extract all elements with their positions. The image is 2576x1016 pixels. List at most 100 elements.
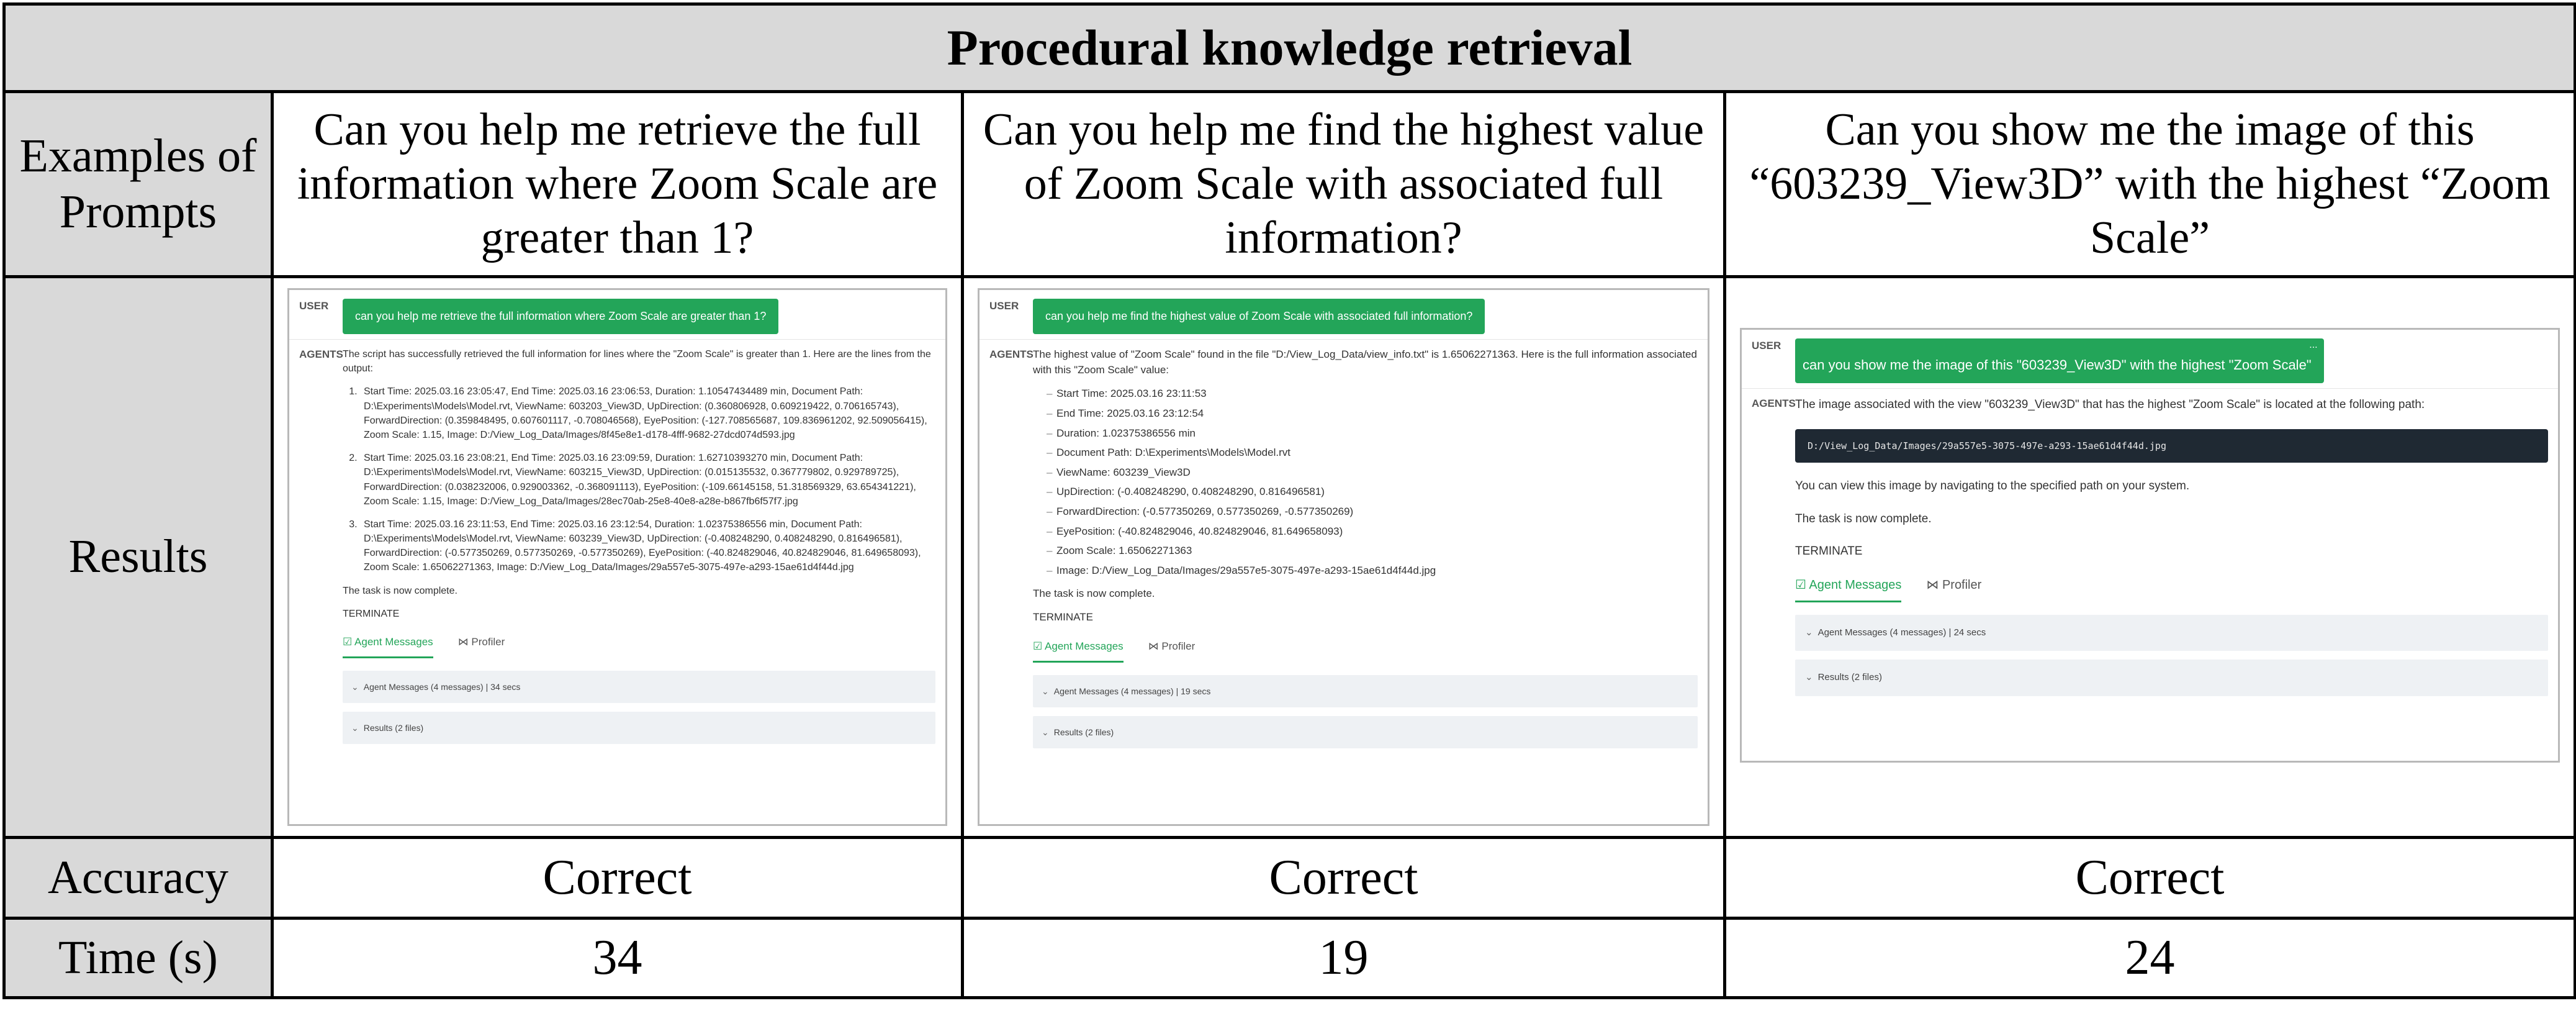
tab-profiler-label: Profiler [1942, 578, 1982, 592]
list-item: End Time: 2025.03.16 23:12:54 [1047, 406, 1698, 422]
time-2: 19 [961, 917, 1726, 999]
result-cell-2: USER can you help me find the highest va… [961, 275, 1726, 839]
tab-agent-messages[interactable]: ☑ Agent Messages [1795, 576, 1902, 602]
user-label: USER [299, 300, 329, 312]
accuracy-3: Correct [1723, 836, 2576, 920]
profiler-icon: ⋈ [1148, 640, 1159, 652]
agents-label: AGENTS [989, 348, 1034, 360]
agent-messages-summary: Agent Messages (4 messages) | 19 secs [1053, 686, 1211, 696]
profiler-icon: ⋈ [457, 636, 469, 648]
navigate-text: You can view this image by navigating to… [1795, 479, 2190, 492]
task-complete-text: The task is now complete. [343, 585, 457, 596]
tab-agent-messages-label: Agent Messages [354, 636, 433, 648]
tab-profiler-label: Profiler [471, 636, 505, 648]
image-path-code: D:/View_Log_Data/Images/29a557e5-3075-49… [1795, 429, 2549, 463]
results-files-collapse[interactable]: ⌄ Results (2 files) [343, 711, 935, 745]
results-files-label: Results (2 files) [1053, 727, 1114, 737]
more-options-icon[interactable]: ... [2309, 340, 2317, 351]
response-tabs: ☑ Agent Messages ⋈ Profiler [1795, 576, 2548, 602]
results-table: Procedural knowledge retrieval Examples … [2, 2, 2576, 999]
agent-intro: The image associated with the view "6032… [1795, 398, 2425, 411]
agent-response-area: AGENTS The highest value of "Zoom Scale"… [980, 340, 1708, 764]
agent-response: The image associated with the view "6032… [1795, 396, 2549, 705]
chevron-down-icon: ⌄ [1042, 727, 1049, 737]
result-cell-3: USER can you show me the image of this "… [1723, 275, 2576, 839]
agent-response-area: AGENTS The script has successfully retri… [289, 340, 945, 760]
user-message-row: USER can you show me the image of this "… [1742, 330, 2559, 389]
tab-profiler-label: Profiler [1161, 640, 1196, 652]
check-circle-icon: ☑ [1795, 578, 1806, 592]
terminate-text: TERMINATE [1795, 545, 1863, 558]
user-label: USER [989, 300, 1019, 312]
response-tabs: ☑ Agent Messages ⋈ Profiler [343, 635, 935, 658]
time-1: 34 [271, 917, 964, 999]
terminate-text: TERMINATE [343, 608, 400, 619]
user-label: USER [1752, 340, 1781, 352]
row-label-accuracy: Accuracy [2, 836, 274, 920]
tab-agent-messages-label: Agent Messages [1809, 578, 1902, 592]
agent-intro: The script has successfully retrieved th… [343, 349, 931, 374]
check-circle-icon: ☑ [343, 636, 353, 648]
user-message-row: USER can you help me retrieve the full i… [289, 290, 945, 340]
terminate-text: TERMINATE [1033, 611, 1093, 624]
agent-response: The script has successfully retrieved th… [343, 347, 935, 753]
agent-intro: The highest value of "Zoom Scale" found … [1033, 348, 1697, 376]
result-screenshot-3: USER can you show me the image of this "… [1740, 328, 2560, 763]
agent-messages-collapse[interactable]: ⌄ Agent Messages (4 messages) | 24 secs [1795, 614, 2549, 651]
table-title: Procedural knowledge retrieval [2, 2, 2576, 93]
chevron-down-icon: ⌄ [1805, 672, 1813, 683]
agent-messages-collapse[interactable]: ⌄ Agent Messages (4 messages) | 34 secs [343, 670, 935, 703]
list-item: Zoom Scale: 1.65062271363 [1047, 543, 1698, 559]
accuracy-1: Correct [271, 836, 964, 920]
result-list: Start Time: 2025.03.16 23:11:53 End Time… [1033, 386, 1698, 578]
tab-agent-messages-label: Agent Messages [1045, 640, 1124, 652]
row-label-prompts: Examples of Prompts [2, 90, 274, 278]
results-files-label: Results (2 files) [363, 722, 424, 733]
tab-profiler[interactable]: ⋈ Profiler [458, 635, 505, 658]
chevron-down-icon: ⌄ [351, 681, 359, 692]
prompt-1: Can you help me retrieve the full inform… [271, 90, 964, 278]
user-message-bubble: can you show me the image of this "60323… [1795, 338, 2324, 383]
time-3: 24 [1723, 917, 2576, 999]
tab-agent-messages[interactable]: ☑ Agent Messages [1033, 639, 1124, 663]
user-message-row: USER can you help me find the highest va… [980, 290, 1708, 340]
task-complete-text: The task is now complete. [1795, 512, 1932, 525]
result-cell-1: USER can you help me retrieve the full i… [271, 275, 964, 839]
agent-messages-collapse[interactable]: ⌄ Agent Messages (4 messages) | 19 secs [1033, 674, 1698, 707]
agent-messages-summary: Agent Messages (4 messages) | 34 secs [363, 681, 521, 692]
list-item: Duration: 1.02375386556 min [1047, 426, 1698, 442]
list-item: Start Time: 2025.03.16 23:11:53, End Tim… [360, 517, 935, 575]
response-tabs: ☑ Agent Messages ⋈ Profiler [1033, 639, 1698, 663]
list-item: Start Time: 2025.03.16 23:08:21, End Tim… [360, 451, 935, 509]
agent-messages-summary: Agent Messages (4 messages) | 24 secs [1817, 627, 1986, 638]
tab-profiler[interactable]: ⋈ Profiler [1926, 576, 1981, 602]
check-circle-icon: ☑ [1033, 640, 1043, 652]
tab-agent-messages[interactable]: ☑ Agent Messages [343, 635, 433, 658]
agent-response: The highest value of "Zoom Scale" found … [1033, 347, 1698, 757]
accuracy-2: Correct [961, 836, 1726, 920]
prompt-2: Can you help me find the highest value o… [961, 90, 1726, 278]
chevron-down-icon: ⌄ [351, 722, 359, 733]
results-files-collapse[interactable]: ⌄ Results (2 files) [1795, 660, 2549, 696]
list-item: Start Time: 2025.03.16 23:11:53 [1047, 386, 1698, 402]
agent-response-area: AGENTS The image associated with the vie… [1742, 389, 2558, 712]
agents-label: AGENTS [1752, 397, 1796, 409]
profiler-icon: ⋈ [1926, 578, 1939, 592]
results-files-collapse[interactable]: ⌄ Results (2 files) [1033, 715, 1698, 749]
list-item: Start Time: 2025.03.16 23:05:47, End Tim… [360, 384, 935, 442]
agents-label: AGENTS [299, 348, 343, 360]
user-message-text: can you show me the image of this "60323… [1803, 357, 2312, 373]
tab-profiler[interactable]: ⋈ Profiler [1148, 639, 1196, 663]
user-message-bubble: can you help me retrieve the full inform… [343, 299, 779, 334]
chevron-down-icon: ⌄ [1805, 627, 1813, 638]
user-message-bubble: can you help me find the highest value o… [1033, 299, 1485, 334]
result-screenshot-2: USER can you help me find the highest va… [978, 288, 1709, 826]
result-screenshot-1: USER can you help me retrieve the full i… [287, 288, 947, 826]
list-item: ViewName: 603239_View3D [1047, 465, 1698, 481]
row-label-time: Time (s) [2, 917, 274, 999]
list-item: UpDirection: (-0.408248290, 0.408248290,… [1047, 484, 1698, 500]
row-label-results: Results [2, 275, 274, 839]
chevron-down-icon: ⌄ [1042, 686, 1049, 696]
task-complete-text: The task is now complete. [1033, 587, 1155, 599]
list-item: Image: D:/View_Log_Data/Images/29a557e5-… [1047, 563, 1698, 579]
